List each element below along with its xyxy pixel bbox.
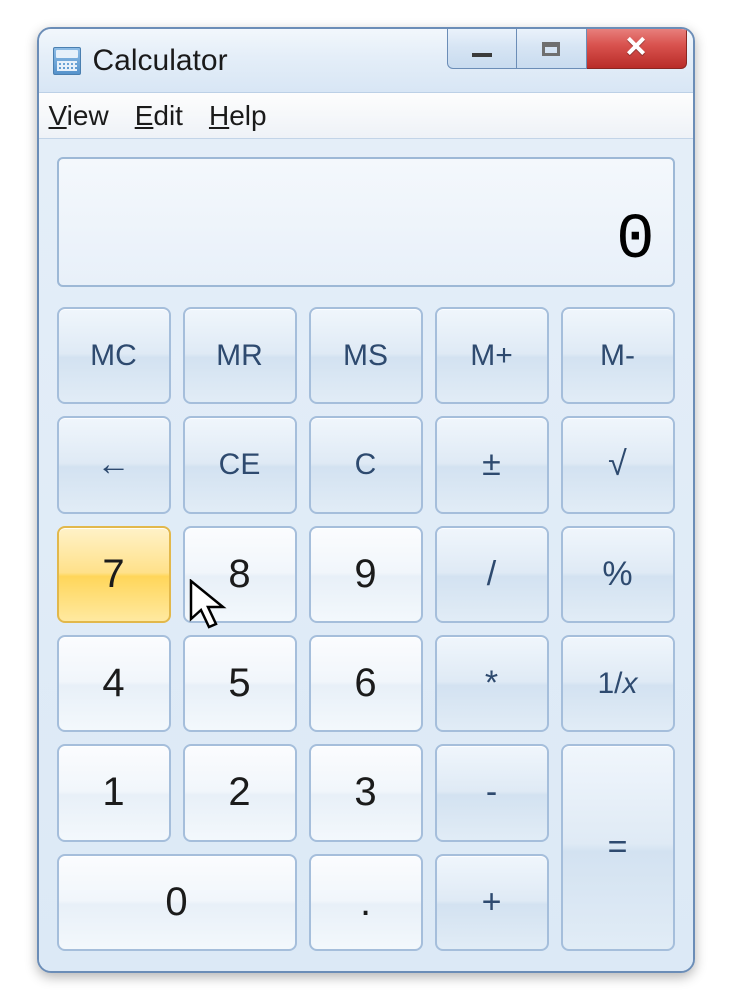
digit-6-button[interactable]: 6 (309, 635, 423, 732)
minimize-icon (472, 53, 492, 57)
menu-help-rest: elp (229, 100, 266, 131)
digit-2-button[interactable]: 2 (183, 744, 297, 841)
mplus-button[interactable]: M+ (435, 307, 549, 404)
calculator-body: 0 MC MR MS M+ M- ← CE C ± √ 7 8 9 / % 4 … (39, 139, 693, 971)
maximize-icon (542, 42, 560, 56)
menu-edit-rest: dit (153, 100, 183, 131)
reciprocal-label: 1/x (597, 667, 637, 701)
subtract-button[interactable]: - (435, 744, 549, 841)
ms-button[interactable]: MS (309, 307, 423, 404)
window-title: Calculator (93, 44, 228, 78)
calculator-window: Calculator × View Edit Help 0 MC MR (37, 27, 695, 973)
digit-1-button[interactable]: 1 (57, 744, 171, 841)
digit-0-button[interactable]: 0 (57, 854, 297, 951)
mr-button[interactable]: MR (183, 307, 297, 404)
menu-help[interactable]: Help (209, 100, 267, 132)
backspace-button[interactable]: ← (57, 416, 171, 513)
digit-3-button[interactable]: 3 (309, 744, 423, 841)
display-value: 0 (616, 205, 654, 277)
digit-5-button[interactable]: 5 (183, 635, 297, 732)
mminus-button[interactable]: M- (561, 307, 675, 404)
multiply-button[interactable]: * (435, 635, 549, 732)
decimal-button[interactable]: . (309, 854, 423, 951)
sqrt-button[interactable]: √ (561, 416, 675, 513)
equals-button[interactable]: = (561, 744, 675, 951)
ce-button[interactable]: CE (183, 416, 297, 513)
digit-7-button[interactable]: 7 (57, 526, 171, 623)
digit-9-button[interactable]: 9 (309, 526, 423, 623)
percent-button[interactable]: % (561, 526, 675, 623)
c-button[interactable]: C (309, 416, 423, 513)
negate-button[interactable]: ± (435, 416, 549, 513)
title-bar[interactable]: Calculator × (39, 29, 693, 93)
maximize-button[interactable] (517, 29, 587, 69)
menu-view-rest: iew (67, 100, 109, 131)
menu-edit[interactable]: Edit (135, 100, 183, 132)
display: 0 (57, 157, 675, 287)
keypad: MC MR MS M+ M- ← CE C ± √ 7 8 9 / % 4 5 … (57, 307, 675, 951)
reciprocal-button[interactable]: 1/x (561, 635, 675, 732)
add-button[interactable]: + (435, 854, 549, 951)
minimize-button[interactable] (447, 29, 517, 69)
calculator-icon (53, 47, 81, 75)
divide-button[interactable]: / (435, 526, 549, 623)
close-button[interactable]: × (587, 29, 687, 69)
menu-bar: View Edit Help (39, 93, 693, 139)
mc-button[interactable]: MC (57, 307, 171, 404)
window-controls: × (447, 29, 687, 69)
digit-8-button[interactable]: 8 (183, 526, 297, 623)
digit-4-button[interactable]: 4 (57, 635, 171, 732)
menu-view[interactable]: View (49, 100, 109, 132)
close-icon: × (625, 28, 646, 64)
